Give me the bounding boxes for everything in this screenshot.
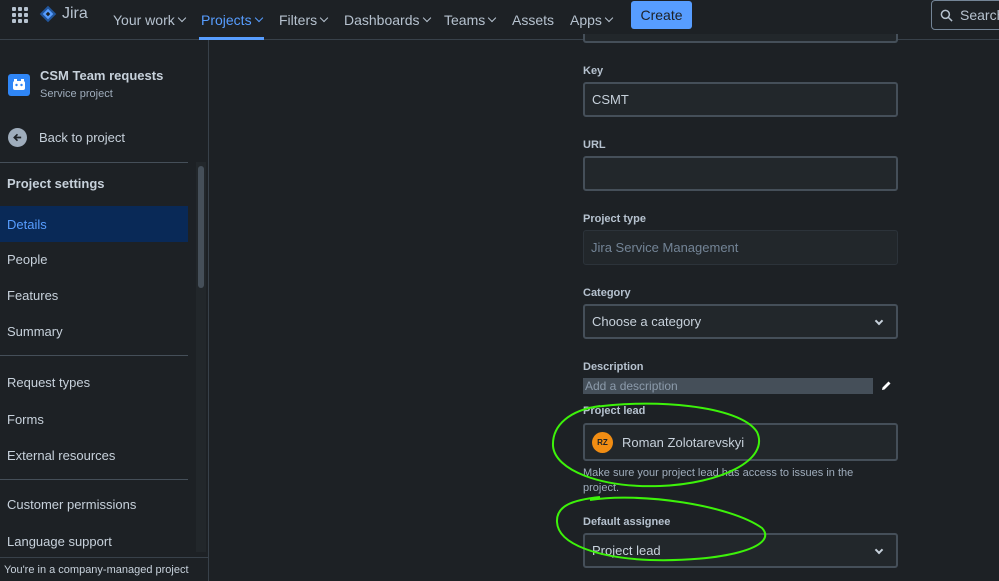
chevron-down-icon [874, 316, 884, 326]
project-lead-label: Project lead [583, 405, 646, 417]
nav-teams[interactable]: Teams [444, 0, 497, 40]
description-label: Description [583, 361, 644, 373]
chevron-down-icon [487, 13, 497, 23]
pencil-icon[interactable] [880, 379, 892, 397]
category-select[interactable]: Choose a category [583, 304, 898, 339]
chevron-down-icon [319, 13, 329, 23]
previous-field-input[interactable] [583, 34, 898, 43]
nav-projects-label: Projects [201, 12, 252, 28]
app-switcher-icon[interactable] [12, 7, 28, 23]
sidebar-footer: You're in a company-managed project [0, 557, 209, 581]
sidebar-item-customer-permissions[interactable]: Customer permissions [0, 486, 188, 522]
project-header[interactable]: CSM Team requests Service project [8, 68, 163, 100]
nav-your-work-label: Your work [113, 12, 175, 28]
logo-text: Jira [62, 5, 88, 22]
jira-logo[interactable]: Jira [39, 5, 88, 23]
search-icon [940, 9, 953, 22]
project-avatar-icon [13, 79, 25, 90]
create-button[interactable]: Create [631, 1, 692, 29]
chevron-down-icon [422, 13, 431, 23]
category-label: Category [583, 287, 631, 299]
arrow-left-icon [8, 128, 27, 147]
nav-dashboards[interactable]: Dashboards [344, 0, 431, 40]
project-lead-picker[interactable]: RZ Roman Zolotarevskyi [583, 423, 898, 461]
nav-filters-label: Filters [279, 12, 318, 28]
sidebar: CSM Team requests Service project Back t… [0, 40, 209, 581]
default-assignee-select[interactable]: Project lead [583, 533, 898, 568]
sidebar-item-external-resources[interactable]: External resources [0, 437, 188, 473]
back-to-project-link[interactable]: Back to project [8, 128, 125, 147]
url-label: URL [583, 139, 606, 151]
sidebar-divider [0, 479, 188, 480]
chevron-down-icon [604, 13, 614, 23]
sidebar-item-summary[interactable]: Summary [0, 313, 188, 349]
search-placeholder: Search [960, 7, 999, 23]
chevron-down-icon [874, 545, 884, 555]
nav-your-work[interactable]: Your work [113, 0, 186, 40]
key-input[interactable]: CSMT [583, 82, 898, 117]
url-input[interactable] [583, 156, 898, 191]
search-input[interactable]: Search [931, 0, 999, 30]
project-type-field: Jira Service Management [583, 230, 898, 265]
default-assignee-value: Project lead [592, 543, 661, 558]
nav-projects[interactable]: Projects [199, 0, 264, 40]
sidebar-item-forms[interactable]: Forms [0, 401, 188, 437]
project-type: Service project [40, 88, 113, 100]
project-lead-name: Roman Zolotarevskyi [622, 434, 745, 450]
nav-dashboards-label: Dashboards [344, 12, 420, 28]
scrollbar-thumb[interactable] [198, 166, 204, 288]
project-avatar [8, 74, 30, 96]
nav-teams-label: Teams [444, 12, 486, 28]
nav-assets[interactable]: Assets [512, 0, 554, 40]
sidebar-item-features[interactable]: Features [0, 277, 188, 313]
chevron-down-icon [177, 13, 186, 23]
jira-icon [39, 5, 57, 23]
sidebar-item-people[interactable]: People [0, 241, 188, 277]
sidebar-item-details[interactable]: Details [0, 206, 188, 242]
sidebar-item-language-support[interactable]: Language support [0, 523, 188, 559]
back-to-project-label: Back to project [39, 130, 125, 145]
nav-assets-label: Assets [512, 12, 555, 28]
category-select-value: Choose a category [592, 314, 702, 329]
sidebar-scrollbar[interactable] [196, 162, 206, 552]
key-label: Key [583, 65, 604, 77]
project-settings-title: Project settings [7, 176, 105, 191]
avatar: RZ [592, 431, 613, 453]
nav-apps-label: Apps [570, 12, 602, 28]
project-lead-helper-text: Make sure your project lead has access t… [583, 467, 854, 494]
description-field[interactable]: Add a description [583, 378, 873, 394]
chevron-down-icon [254, 13, 263, 23]
nav-filters[interactable]: Filters [279, 0, 329, 40]
sidebar-item-request-types[interactable]: Request types [0, 364, 188, 400]
sidebar-divider [0, 162, 188, 163]
sidebar-divider [0, 355, 188, 356]
project-type-label: Project type [583, 213, 646, 225]
project-name: CSM Team requests [40, 68, 164, 83]
default-assignee-label: Default assignee [583, 516, 671, 528]
